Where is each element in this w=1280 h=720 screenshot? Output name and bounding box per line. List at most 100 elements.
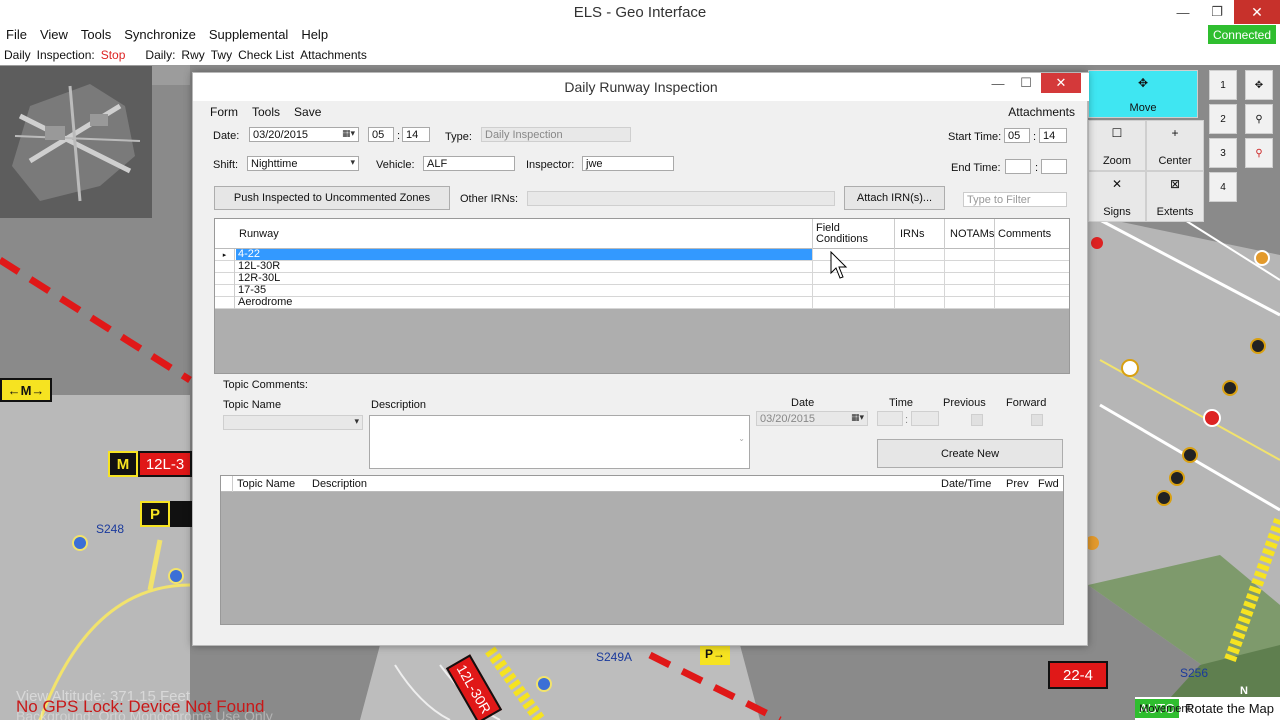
menu-supplemental[interactable]: Supplemental [209, 27, 289, 42]
comments-cell[interactable] [994, 249, 1069, 261]
notams-cell[interactable] [944, 249, 994, 261]
layer-2-button[interactable]: 2 [1209, 104, 1237, 134]
dialog-attachments-link[interactable]: Attachments [1008, 105, 1075, 119]
dialog-minimize-button[interactable]: — [985, 73, 1011, 93]
sign-m[interactable]: M [108, 451, 138, 477]
move-tool-label: Move [1129, 102, 1157, 114]
notams-cell[interactable] [944, 297, 994, 309]
runway-cell[interactable]: 17-35 [236, 285, 812, 296]
field-conditions-cell[interactable] [812, 249, 894, 261]
col-fwd[interactable]: Fwd [1038, 476, 1059, 492]
table-row[interactable]: 12L-30R [215, 261, 1069, 273]
stop-inspection-link[interactable]: Stop [101, 48, 126, 62]
date-hour-field[interactable]: 05 [368, 127, 394, 142]
col-date-time[interactable]: Date/Time [941, 476, 991, 492]
dialog-close-button[interactable]: ✕ [1041, 73, 1081, 93]
maximize-button[interactable]: ❐ [1200, 0, 1234, 24]
filter-input[interactable]: Type to Filter [963, 192, 1067, 207]
table-row[interactable]: 17-35 [215, 285, 1069, 297]
comments-cell[interactable] [994, 273, 1069, 285]
signs-tool[interactable]: ✕ Signs [1088, 171, 1146, 222]
col-topic-name[interactable]: Topic Name [237, 476, 295, 492]
search-tool-button[interactable]: ⚲ [1245, 104, 1273, 134]
create-new-button[interactable]: Create New [877, 439, 1063, 468]
runway-cell[interactable]: 12R-30L [236, 273, 812, 284]
irns-cell[interactable] [894, 285, 944, 297]
shift-select[interactable]: Nighttime ▾ [247, 156, 359, 171]
notams-cell[interactable] [944, 285, 994, 297]
col-notams[interactable]: NOTAMs [944, 219, 994, 249]
start-hour-field[interactable]: 05 [1004, 128, 1030, 143]
layer-1-button[interactable]: 1 [1209, 70, 1237, 100]
vehicle-field[interactable]: ALF [423, 156, 515, 171]
dialog-menu-form[interactable]: Form [210, 105, 238, 119]
comments-cell[interactable] [994, 261, 1069, 273]
move-tool[interactable]: ✥ Move [1088, 70, 1198, 118]
col-runway[interactable]: Runway [236, 219, 812, 249]
extents-tool[interactable]: ⊠ Extents [1146, 171, 1204, 222]
inspector-field[interactable]: jwe [582, 156, 674, 171]
col-comments[interactable]: Comments [994, 219, 1069, 249]
field-conditions-cell[interactable] [812, 273, 894, 285]
field-conditions-cell[interactable] [812, 285, 894, 297]
topic-time-separator: : [905, 414, 909, 426]
sign-p[interactable]: P [140, 501, 170, 527]
pan-tool-button[interactable]: ✥ [1245, 70, 1273, 100]
push-inspected-button[interactable]: Push Inspected to Uncommented Zones [214, 186, 450, 210]
layer-3-button[interactable]: 3 [1209, 138, 1237, 168]
date-minute-field[interactable]: 14 [402, 127, 430, 142]
start-minute-field[interactable]: 14 [1039, 128, 1067, 143]
dialog-maximize-button[interactable]: ☐ [1013, 73, 1039, 93]
field-conditions-cell[interactable] [812, 261, 894, 273]
table-row[interactable]: 12R-30L [215, 273, 1069, 285]
menu-help[interactable]: Help [301, 27, 328, 42]
runway-cell[interactable]: Aerodrome [236, 297, 812, 308]
end-hour-field[interactable] [1005, 159, 1031, 174]
rwy-link[interactable]: Rwy [181, 48, 204, 62]
dialog-menu-save[interactable]: Save [294, 105, 321, 119]
calendar-dropdown-icon[interactable]: ▦▾ [342, 128, 355, 139]
field-conditions-cell[interactable] [812, 297, 894, 309]
notams-cell[interactable] [944, 261, 994, 273]
overview-minimap[interactable] [0, 66, 152, 218]
sign-p-side[interactable] [170, 501, 192, 527]
attachments-link[interactable]: Attachments [300, 48, 367, 62]
minimize-button[interactable]: — [1166, 0, 1200, 24]
menu-view[interactable]: View [40, 27, 68, 42]
col-irns[interactable]: IRNs [894, 219, 944, 249]
irns-cell[interactable] [894, 261, 944, 273]
col-description[interactable]: Description [312, 476, 367, 492]
attach-irns-button[interactable]: Attach IRN(s)... [844, 186, 945, 210]
col-field-conditions[interactable]: Field Conditions [812, 219, 894, 249]
runway-cell[interactable]: 12L-30R [236, 261, 812, 272]
dialog-menu-tools[interactable]: Tools [252, 105, 280, 119]
notams-cell[interactable] [944, 273, 994, 285]
twy-link[interactable]: Twy [211, 48, 232, 62]
sign-22-4[interactable]: 22-4 [1048, 661, 1108, 689]
menu-synchronize[interactable]: Synchronize [124, 27, 196, 42]
layer-4-button[interactable]: 4 [1209, 172, 1237, 202]
irns-cell[interactable] [894, 273, 944, 285]
irns-cell[interactable] [894, 297, 944, 309]
close-button[interactable]: ✕ [1234, 0, 1280, 24]
runway-cell[interactable]: 4-22 [236, 249, 812, 260]
date-picker[interactable]: 03/20/2015 ▦▾ [249, 127, 359, 142]
comments-cell[interactable] [994, 285, 1069, 297]
sign-12l[interactable]: 12L-3 [138, 451, 192, 477]
table-row[interactable]: Aerodrome [215, 297, 1069, 309]
menu-file[interactable]: File [6, 27, 27, 42]
comments-cell[interactable] [994, 297, 1069, 309]
sign-m-arrow[interactable]: ←M→ [0, 378, 52, 402]
checklist-link[interactable]: Check List [238, 48, 294, 62]
description-textarea[interactable]: ⌄ [369, 415, 750, 469]
map-label-s256: S256 [1180, 666, 1209, 680]
zoom-tool[interactable]: ☐ Zoom [1088, 120, 1146, 171]
center-tool[interactable]: + Center [1146, 120, 1204, 171]
sign-p-arrow[interactable]: P→ [700, 643, 730, 665]
menu-tools[interactable]: Tools [81, 27, 111, 42]
end-minute-field[interactable] [1041, 159, 1067, 174]
irns-cell[interactable] [894, 249, 944, 261]
col-prev[interactable]: Prev [1006, 476, 1029, 492]
marker-tool-button[interactable]: ⚲ [1245, 138, 1273, 168]
table-row[interactable]: ▸ 4-22 [215, 249, 1069, 261]
